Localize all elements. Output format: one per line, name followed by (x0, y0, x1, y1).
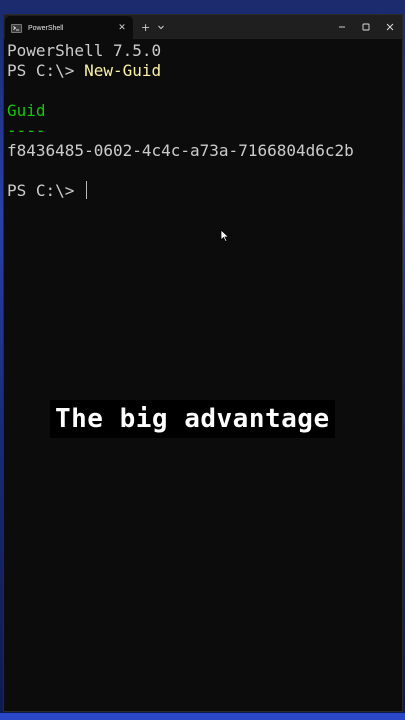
taskbar (0, 713, 405, 720)
video-caption: The big advantage (50, 400, 335, 438)
prompt-line-2[interactable]: PS C:\> (7, 181, 402, 201)
close-icon[interactable] (378, 15, 402, 39)
terminal-window: PowerShell ✕ + PowerShell 7.5.0 PS C:\> … (3, 14, 403, 712)
prompt-text: PS C:\> (7, 181, 85, 200)
title-bar: PowerShell ✕ + (4, 15, 402, 40)
minimize-icon[interactable] (330, 15, 354, 39)
maximize-icon[interactable] (354, 15, 378, 39)
guid-value: f8436485-0602-4c4c-a73a-7166804d6c2b (7, 141, 354, 160)
chevron-down-icon[interactable] (157, 23, 165, 31)
table-underline: ---- (7, 121, 46, 140)
prompt-text: PS C:\> (7, 61, 85, 80)
version-line: PowerShell 7.5.0 (7, 41, 162, 60)
table-header: Guid (7, 101, 46, 120)
command-text: New-Guid (84, 61, 162, 80)
tab-powershell[interactable]: PowerShell ✕ (5, 16, 133, 40)
prompt-line-1: PS C:\> New-Guid (7, 61, 402, 81)
tab-label: PowerShell (28, 24, 64, 32)
text-cursor (86, 181, 88, 199)
close-tab-icon[interactable]: ✕ (117, 23, 127, 33)
terminal-icon (11, 23, 22, 33)
new-tab-button[interactable]: + (141, 21, 150, 34)
window-controls (330, 15, 402, 39)
console-output[interactable]: PowerShell 7.5.0 PS C:\> New-Guid Guid -… (4, 39, 402, 711)
mouse-pointer-icon (220, 229, 230, 243)
